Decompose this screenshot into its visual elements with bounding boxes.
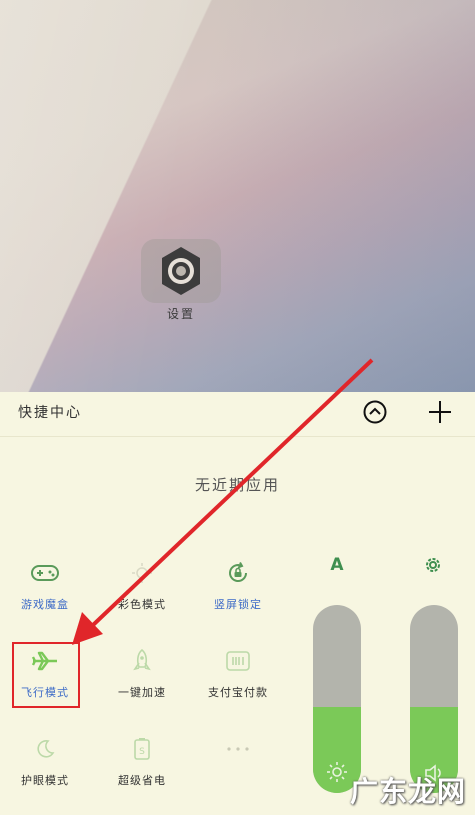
tile-label: 竖屏锁定 [214, 598, 262, 611]
tile-more[interactable] [193, 736, 283, 762]
tile-label: 游戏魔盒 [21, 598, 69, 611]
gear-icon [426, 558, 440, 572]
tile-label: 一键加速 [118, 686, 166, 699]
collapse-button[interactable] [363, 400, 387, 424]
tile-one-key-boost[interactable]: 一键加速 [97, 648, 187, 700]
highlight-box [12, 642, 80, 708]
settings-app-label: 设置 [166, 307, 195, 321]
panel-header: 快捷中心 [0, 392, 475, 437]
tile-label: 支付宝付款 [208, 686, 268, 699]
rocket-icon [97, 648, 187, 674]
volume-slider[interactable] [410, 605, 458, 793]
wallpaper-shade [0, 0, 475, 392]
moon-icon [0, 736, 90, 762]
settings-app[interactable]: 设置 [140, 239, 222, 322]
watermark: 广东龙网 [350, 775, 467, 808]
rotation-lock-icon [193, 560, 283, 586]
panel-title: 快捷中心 [18, 405, 82, 421]
tile-color-mode[interactable]: 彩色模式 [97, 560, 187, 612]
brightness-slider[interactable] [313, 605, 361, 793]
tile-label: 护眼模式 [21, 774, 69, 787]
battery-saver-icon: S [97, 736, 187, 762]
tile-game-box[interactable]: 游戏魔盒 [0, 560, 90, 612]
tile-alipay-pay[interactable]: 支付宝付款 [193, 648, 283, 700]
tile-eye-care-mode[interactable]: 护眼模式 [0, 736, 90, 788]
chevron-up-circle-icon [363, 400, 387, 424]
wallpaper [0, 0, 475, 392]
settings-app-tile[interactable] [141, 239, 221, 303]
plus-icon [429, 401, 451, 423]
font-size-label: A [330, 555, 344, 575]
gear-icon [162, 247, 200, 295]
more-dots-icon [193, 736, 283, 762]
tile-label: 超级省电 [118, 774, 166, 787]
no-recent-apps-text: 无近期应用 [194, 476, 280, 494]
settings-shortcut-button[interactable] [418, 553, 448, 577]
font-size-button[interactable]: A [322, 553, 352, 577]
tile-label: 彩色模式 [118, 598, 166, 611]
add-button[interactable] [427, 399, 453, 425]
tile-super-power-saving[interactable]: S 超级省电 [97, 736, 187, 788]
gamepad-icon [0, 560, 90, 586]
barcode-pay-icon [193, 648, 283, 674]
svg-text:S: S [139, 747, 145, 757]
color-mode-icon [97, 560, 187, 586]
tile-rotation-lock[interactable]: 竖屏锁定 [193, 560, 283, 612]
